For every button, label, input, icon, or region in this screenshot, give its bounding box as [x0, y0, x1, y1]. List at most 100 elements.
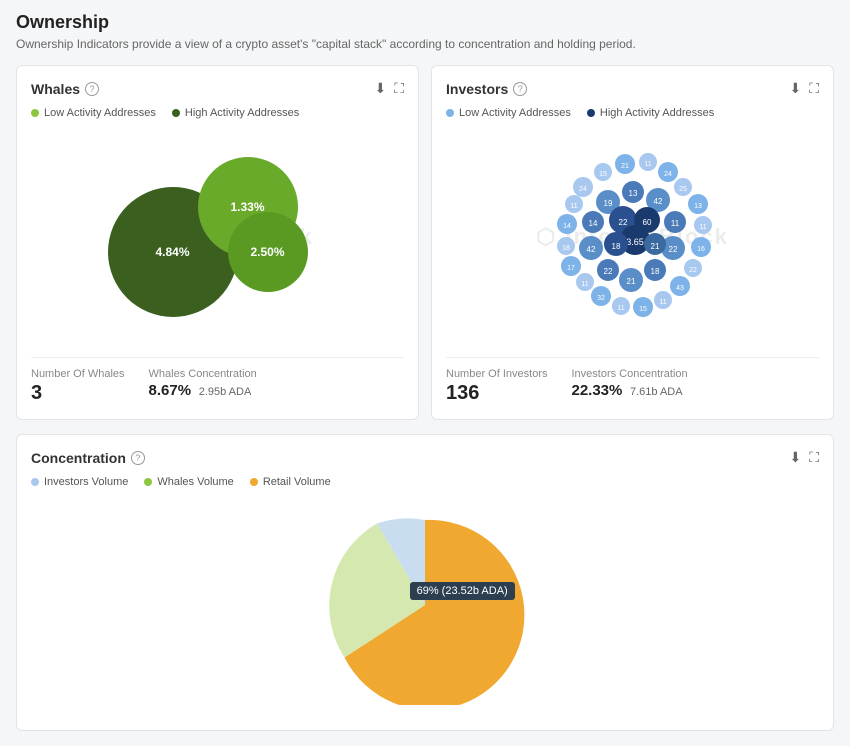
svg-text:15: 15 — [599, 171, 607, 178]
investors-download-btn[interactable]: ⬇ — [789, 80, 801, 97]
svg-text:21: 21 — [650, 242, 659, 251]
investors-count-value: 136 — [446, 382, 547, 405]
investors-low-label: Low Activity Addresses — [459, 107, 571, 119]
svg-text:21: 21 — [621, 163, 629, 170]
svg-text:16: 16 — [697, 246, 705, 253]
conc-legend-investors: Investors Volume — [31, 476, 128, 488]
concentration-card: Concentration ? ⬇ ⛶ Investors Volume Wha… — [16, 434, 834, 731]
concentration-actions: ⬇ ⛶ — [789, 449, 819, 466]
concentration-help-icon[interactable]: ? — [131, 451, 145, 465]
conc-whales-dot — [144, 478, 152, 486]
whales-count-value: 3 — [31, 382, 125, 405]
svg-text:42: 42 — [586, 245, 595, 254]
conc-legend-retail: Retail Volume — [250, 476, 331, 488]
svg-text:15: 15 — [639, 306, 647, 313]
whales-conc-label: Whales Concentration — [149, 368, 257, 380]
whales-conc-value: 8.67% 2.95b ADA — [149, 382, 257, 399]
svg-text:21: 21 — [626, 277, 635, 286]
whales-expand-btn[interactable]: ⛶ — [394, 80, 404, 97]
concentration-pie-svg — [315, 505, 535, 705]
investors-conc-label: Investors Concentration — [571, 368, 687, 380]
svg-text:14: 14 — [588, 219, 597, 228]
whales-high-dot — [172, 109, 180, 117]
investors-chart-area: ⬡ IntoTheBlock 24 15 21 11 24 25 13 — [446, 127, 819, 347]
svg-text:18: 18 — [562, 245, 570, 252]
investors-stats: Number Of Investors 136 Investors Concen… — [446, 357, 819, 405]
investors-conc-value: 22.33% 7.61b ADA — [571, 382, 687, 399]
concentration-legend: Investors Volume Whales Volume Retail Vo… — [31, 476, 819, 488]
whales-help-icon[interactable]: ? — [85, 82, 99, 96]
concentration-title: Concentration — [31, 450, 126, 466]
svg-text:24: 24 — [664, 171, 672, 178]
whales-chart-area: ⬡ IntoTheBlock 4.84% 1.33% 2.50% — [31, 127, 404, 347]
svg-text:11: 11 — [699, 224, 706, 231]
svg-text:11: 11 — [581, 281, 588, 288]
svg-text:17: 17 — [567, 265, 575, 272]
investors-help-icon[interactable]: ? — [513, 82, 527, 96]
whales-count-label: Number Of Whales — [31, 368, 125, 380]
conc-retail-dot — [250, 478, 258, 486]
investors-count-label: Number Of Investors — [446, 368, 547, 380]
svg-text:32: 32 — [597, 295, 605, 302]
investors-legend-low: Low Activity Addresses — [446, 107, 571, 119]
whales-download-btn[interactable]: ⬇ — [374, 80, 386, 97]
investors-conc-pct: 22.33% — [571, 382, 622, 399]
whales-legend-high: High Activity Addresses — [172, 107, 299, 119]
svg-text:25: 25 — [679, 186, 687, 193]
whales-title-row: Whales ? — [31, 81, 99, 97]
conc-legend-whales: Whales Volume — [144, 476, 233, 488]
investors-legend: Low Activity Addresses High Activity Add… — [446, 107, 819, 119]
page-subtitle: Ownership Indicators provide a view of a… — [16, 37, 834, 51]
page-title: Ownership — [16, 12, 834, 33]
investors-bubble-chart: 24 15 21 11 24 25 13 11 16 22 43 11 15 1… — [503, 132, 763, 342]
whales-card-header: Whales ? ⬇ ⛶ — [31, 80, 404, 97]
svg-text:24: 24 — [579, 186, 587, 193]
svg-text:13: 13 — [628, 189, 637, 198]
investors-high-dot — [587, 109, 595, 117]
concentration-download-btn[interactable]: ⬇ — [789, 449, 801, 466]
investors-high-label: High Activity Addresses — [600, 107, 714, 119]
whales-title: Whales — [31, 81, 80, 97]
investors-title-row: Investors ? — [446, 81, 527, 97]
whales-legend-low: Low Activity Addresses — [31, 107, 156, 119]
concentration-expand-btn[interactable]: ⛶ — [809, 449, 819, 466]
svg-text:22: 22 — [618, 218, 627, 227]
svg-text:43: 43 — [676, 285, 684, 292]
investors-title: Investors — [446, 81, 508, 97]
investors-low-dot — [446, 109, 454, 117]
whales-stats: Number Of Whales 3 Whales Concentration … — [31, 357, 404, 405]
investors-actions: ⬇ ⛶ — [789, 80, 819, 97]
svg-text:22: 22 — [689, 267, 697, 274]
whale-bubble-small: 2.50% — [228, 212, 308, 292]
concentration-header: Concentration ? ⬇ ⛶ — [31, 449, 819, 466]
whales-conc-pct: 8.67% — [149, 382, 192, 399]
svg-text:13: 13 — [694, 203, 702, 210]
whales-count-stat: Number Of Whales 3 — [31, 368, 125, 405]
svg-text:11: 11 — [617, 305, 624, 312]
investors-legend-high: High Activity Addresses — [587, 107, 714, 119]
svg-text:60: 60 — [642, 218, 651, 227]
concentration-title-row: Concentration ? — [31, 450, 145, 466]
conc-investors-dot — [31, 478, 39, 486]
whales-card: Whales ? ⬇ ⛶ Low Activity Addresses High… — [16, 65, 419, 420]
whales-legend: Low Activity Addresses High Activity Add… — [31, 107, 404, 119]
investors-conc-stat: Investors Concentration 22.33% 7.61b ADA — [571, 368, 687, 405]
whales-low-dot — [31, 109, 39, 117]
concentration-chart-area: ⬡ IntoTheBlock 69% (23.52b ADA) — [31, 496, 819, 716]
svg-text:11: 11 — [644, 161, 651, 168]
investors-expand-btn[interactable]: ⛶ — [809, 80, 819, 97]
svg-text:11: 11 — [570, 203, 577, 210]
conc-investors-label: Investors Volume — [44, 476, 128, 488]
whales-low-label: Low Activity Addresses — [44, 107, 156, 119]
conc-retail-label: Retail Volume — [263, 476, 331, 488]
svg-text:11: 11 — [670, 219, 679, 228]
whales-high-label: High Activity Addresses — [185, 107, 299, 119]
whales-conc-stat: Whales Concentration 8.67% 2.95b ADA — [149, 368, 257, 405]
whales-conc-sub: 2.95b ADA — [199, 386, 252, 398]
investors-card-header: Investors ? ⬇ ⛶ — [446, 80, 819, 97]
whales-bubble-chart: 4.84% 1.33% 2.50% — [98, 137, 338, 337]
pie-wrapper: 69% (23.52b ADA) — [315, 505, 535, 708]
conc-whales-label: Whales Volume — [157, 476, 233, 488]
svg-text:18: 18 — [650, 267, 659, 276]
whales-actions: ⬇ ⛶ — [374, 80, 404, 97]
